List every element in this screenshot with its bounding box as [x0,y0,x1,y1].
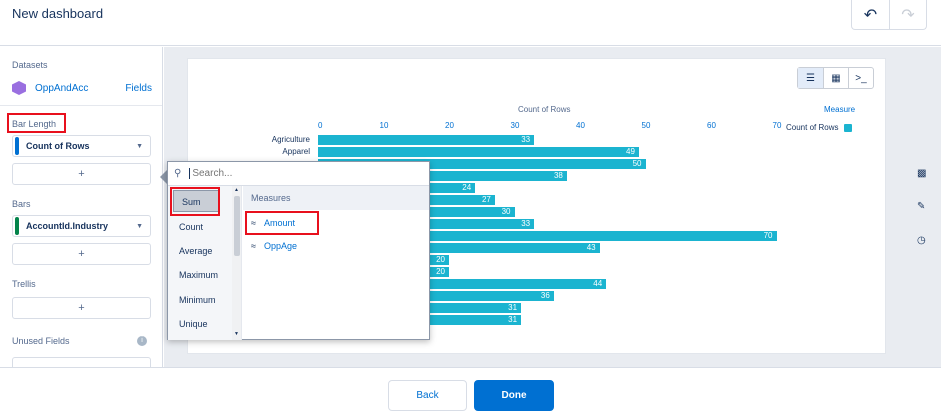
datasets-label: Datasets [12,60,48,70]
bars-select[interactable]: AccountId.Industry ▼ [12,215,151,237]
measure-amount[interactable]: ≈ Amount [251,218,295,228]
scroll-thumb[interactable] [234,196,240,256]
aggregation-maximum[interactable]: Maximum [179,270,218,280]
legend-title: Measure [824,105,856,114]
dataset-name[interactable]: OppAndAcc [35,83,88,94]
x-tick-label: 0 [318,121,323,130]
done-button[interactable]: Done [474,380,554,411]
view-toggle: ☰ ▦ >_ [797,67,874,89]
bar-length-value: Count of Rows [26,141,90,151]
format-brush-icon[interactable]: ✎ [917,201,925,212]
aggregation-unique[interactable]: Unique [179,319,208,329]
left-panel: Datasets OppAndAcc Fields Bar Length Cou… [0,47,163,367]
measure-grip-icon [15,137,19,155]
measure-icon: ≈ [251,218,256,228]
scroll-down-icon[interactable]: ▼ [234,331,239,337]
info-icon[interactable]: i [137,336,147,346]
chevron-down-icon: ▼ [136,222,143,230]
scroll-up-icon[interactable]: ▲ [234,187,239,193]
unused-fields-box [12,357,151,367]
aggregation-count[interactable]: Count [179,222,203,232]
dataset-icon [12,81,26,95]
divider [0,105,162,106]
redo-icon[interactable]: ↷ [888,0,926,29]
x-tick-label: 70 [772,121,782,130]
bar-value-label: 33 [521,135,531,144]
search-input[interactable] [189,168,410,179]
add-bars-button[interactable]: + [12,243,151,265]
clock-icon[interactable]: ◷ [917,235,926,246]
add-trellis-button[interactable]: + [12,297,151,319]
x-tick-label: 10 [379,121,389,130]
x-tick-label: 30 [510,121,520,130]
aggregation-sum[interactable]: Sum [182,197,201,207]
category-label: Agriculture [271,135,310,144]
aggregation-list: Sum Count Average Maximum Minimum Unique [168,186,232,340]
popover-arrow [160,170,167,184]
x-tick-label: 50 [641,121,651,130]
undo-icon[interactable]: ↶ [852,0,889,29]
trellis-label: Trellis [12,279,36,289]
x-tick-label: 60 [707,121,716,130]
header: New dashboard ↶ ↷ [0,0,941,46]
aggregation-scrollbar[interactable]: ▲ ▼ [232,186,242,340]
table-view-icon[interactable]: ▦ [823,68,848,88]
legend-label: Count of Rows [786,123,839,132]
aggregation-average[interactable]: Average [179,246,212,256]
dataset-row: OppAndAcc Fields [12,79,152,97]
dashboard-title: New dashboard [12,6,104,21]
popover-search: ⚲ [168,162,429,186]
measures-header: Measures [243,186,429,210]
bars-label: Bars [12,199,31,209]
add-bar-length-button[interactable]: + [12,163,151,185]
measure-oppage-label: OppAge [263,241,297,251]
chevron-down-icon: ▼ [136,142,143,150]
measure-icon: ≈ [251,241,256,251]
bars-value: AccountId.Industry [26,221,109,231]
category-label: Apparel [282,147,310,156]
footer: Back Done [0,367,941,420]
back-button[interactable]: Back [388,380,467,411]
bar-value-label: 49 [626,147,635,156]
legend-swatch [844,123,853,132]
query-view-icon[interactable]: >_ [848,68,873,88]
bar-length-select[interactable]: Count of Rows ▼ [12,135,151,157]
aggregation-minimum[interactable]: Minimum [179,295,216,305]
dimension-grip-icon [15,217,19,235]
chart-type-icon[interactable]: ▩ [917,168,926,179]
x-tick-label: 20 [445,121,454,130]
bar-length-label: Bar Length [12,119,57,129]
search-icon: ⚲ [174,168,182,179]
bar-chart-view-icon[interactable]: ☰ [798,68,823,88]
legend-item: Count of Rows [786,123,853,132]
field-picker-popover: ⚲ Sum Count Average Maximum Minimum Uniq… [167,161,430,340]
undo-redo-group: ↶ ↷ [851,0,927,30]
measure-oppage[interactable]: ≈ OppAge [251,241,297,251]
unused-fields-label: Unused Fields [12,336,70,346]
fields-link[interactable]: Fields [125,83,152,94]
measure-amount-label: Amount [263,218,295,228]
x-axis-title: Count of Rows [518,105,571,114]
x-tick-label: 40 [576,121,585,130]
